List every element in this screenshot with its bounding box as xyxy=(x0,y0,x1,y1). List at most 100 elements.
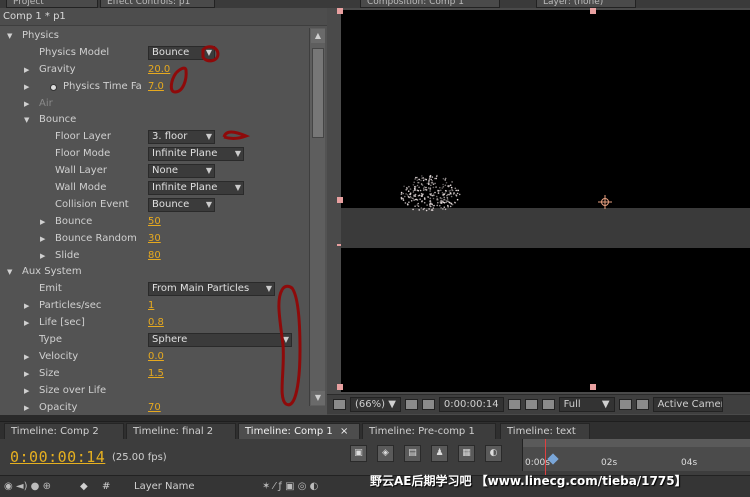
property-row[interactable]: ▶ Size over Life xyxy=(0,383,308,400)
property-row[interactable]: ▶ Particles/sec 1 xyxy=(0,298,308,315)
property-row[interactable]: ▶ Size 1.5 xyxy=(0,366,308,383)
property-dropdown[interactable]: Sphere ▼ xyxy=(148,333,292,348)
twirl-closed-icon[interactable]: ▶ xyxy=(40,252,45,260)
twirl-closed-icon[interactable]: ▶ xyxy=(24,404,29,412)
property-dropdown[interactable]: 3. floor ▼ xyxy=(148,130,215,145)
tab-timeline-comp-2[interactable]: Timeline: Comp 2 xyxy=(4,423,124,440)
property-row[interactable]: ▶ Gravity 20.0 xyxy=(0,62,308,79)
twirl-open-icon[interactable]: ▼ xyxy=(7,268,12,276)
av-features-icon[interactable]: ◉ ◄) ● ⊕ xyxy=(4,481,51,492)
tab-timeline-comp-1[interactable]: Timeline: Comp 1 × xyxy=(238,423,360,440)
twirl-closed-icon[interactable]: ▶ xyxy=(24,100,29,108)
show-snapshot-icon[interactable] xyxy=(524,399,538,410)
property-dropdown[interactable]: Infinite Plane ▼ xyxy=(148,181,244,196)
property-value[interactable]: 80 xyxy=(148,250,161,261)
property-row[interactable]: ▶ Bounce 50 xyxy=(0,214,308,231)
property-row[interactable]: Emit From Main Particles ▼ xyxy=(0,281,308,298)
tab-project[interactable]: Project xyxy=(6,0,98,8)
property-value[interactable]: 1.5 xyxy=(148,368,164,379)
tab-composition[interactable]: Composition: Comp 1 xyxy=(360,0,500,8)
tab-effect-controls[interactable]: Effect Controls: p1 xyxy=(100,0,215,8)
property-row[interactable]: Collision Event Bounce ▼ xyxy=(0,197,308,214)
tab-timeline-pre-comp-1[interactable]: Timeline: Pre-comp 1 xyxy=(362,423,496,440)
toggle-mask-icon[interactable] xyxy=(421,399,435,410)
property-row[interactable]: ▶ Slide 80 xyxy=(0,248,308,265)
property-value[interactable]: 70 xyxy=(148,402,161,413)
stopwatch-icon[interactable] xyxy=(50,83,57,91)
twirl-closed-icon[interactable]: ▶ xyxy=(24,83,29,91)
bounds-handle[interactable] xyxy=(337,384,343,390)
property-row[interactable]: ▶ Bounce Random 30 xyxy=(0,231,308,248)
property-dropdown[interactable]: Bounce ▼ xyxy=(148,45,215,60)
effect-controls-scrollbar[interactable]: ▲ ▼ xyxy=(309,28,325,406)
label-icon[interactable]: ◆ xyxy=(80,481,88,492)
bounds-handle[interactable] xyxy=(337,197,343,203)
property-row[interactable]: ▼ Bounce xyxy=(0,112,308,129)
twirl-open-icon[interactable]: ▼ xyxy=(24,116,29,124)
twirl-closed-icon[interactable]: ▶ xyxy=(24,370,29,378)
comp-mini-flowchart-icon[interactable]: ▣ xyxy=(350,445,367,462)
always-preview-icon[interactable] xyxy=(333,399,346,410)
property-row[interactable]: Floor Mode Infinite Plane ▼ xyxy=(0,146,308,163)
property-row[interactable]: ▶ Life [sec] 0.8 xyxy=(0,315,308,332)
tab-layer[interactable]: Layer: (none) xyxy=(536,0,636,8)
safe-zones-icon[interactable] xyxy=(404,399,418,410)
bounds-handle[interactable] xyxy=(590,8,596,14)
zoom-dropdown[interactable]: (66%) ▼ xyxy=(350,397,401,412)
color-channels-icon[interactable] xyxy=(541,399,555,410)
property-dropdown[interactable]: None ▼ xyxy=(148,164,215,179)
property-value[interactable]: 30 xyxy=(148,233,161,244)
hide-shy-layers-icon[interactable]: ♟ xyxy=(431,445,448,462)
resolution-dropdown[interactable]: Full ▼ xyxy=(558,397,615,412)
work-area-bar[interactable] xyxy=(523,439,750,447)
transparency-grid-icon[interactable] xyxy=(635,399,649,410)
property-row[interactable]: ▼ Physics xyxy=(0,28,308,45)
twirl-closed-icon[interactable]: ▶ xyxy=(24,353,29,361)
property-dropdown[interactable]: Infinite Plane ▼ xyxy=(148,147,244,162)
twirl-closed-icon[interactable]: ▶ xyxy=(40,218,45,226)
property-row[interactable]: ▼ Aux System xyxy=(0,264,308,281)
frame-blending-icon[interactable]: ▦ xyxy=(458,445,475,462)
property-value[interactable]: 7.0 xyxy=(148,81,164,92)
property-row[interactable]: Physics Model Bounce ▼ xyxy=(0,45,308,62)
layer-name-column[interactable]: Layer Name xyxy=(134,481,195,492)
property-value[interactable]: 0.0 xyxy=(148,351,164,362)
camera-dropdown[interactable]: Active Camera xyxy=(652,397,723,412)
property-row[interactable]: Type Sphere ▼ xyxy=(0,332,308,349)
composition-viewer[interactable] xyxy=(341,10,750,392)
draft-3d-icon[interactable]: ▤ xyxy=(404,445,421,462)
property-dropdown[interactable]: From Main Particles ▼ xyxy=(148,282,275,297)
property-row[interactable]: ▶ Air xyxy=(0,96,308,113)
property-value[interactable]: 20.0 xyxy=(148,64,170,75)
snapshot-icon[interactable] xyxy=(507,399,521,410)
twirl-closed-icon[interactable]: ▶ xyxy=(24,302,29,310)
property-dropdown[interactable]: Bounce ▼ xyxy=(148,197,215,212)
twirl-closed-icon[interactable]: ▶ xyxy=(40,235,45,243)
property-row[interactable]: ▶ Opacity 70 xyxy=(0,400,308,415)
property-row[interactable]: Wall Layer None ▼ xyxy=(0,163,308,180)
tab-timeline-text[interactable]: Timeline: text xyxy=(500,423,590,440)
scroll-up-arrow-icon[interactable]: ▲ xyxy=(311,29,325,43)
twirl-closed-icon[interactable]: ▶ xyxy=(24,387,29,395)
region-of-interest-icon[interactable] xyxy=(618,399,632,410)
property-row[interactable]: Wall Mode Infinite Plane ▼ xyxy=(0,180,308,197)
live-update-icon[interactable]: ◈ xyxy=(377,445,394,462)
bounds-handle[interactable] xyxy=(337,8,343,14)
switches-icon[interactable]: ✶ ⁄ ƒ ▣ ◎ ◐ xyxy=(262,481,318,492)
tab-timeline-final-2[interactable]: Timeline: final 2 xyxy=(126,423,236,440)
twirl-open-icon[interactable]: ▼ xyxy=(7,32,12,40)
bounds-handle[interactable] xyxy=(590,384,596,390)
anchor-crosshair-icon[interactable] xyxy=(598,195,612,209)
property-value[interactable]: 1 xyxy=(148,300,154,311)
twirl-closed-icon[interactable]: ▶ xyxy=(24,66,29,74)
scroll-down-arrow-icon[interactable]: ▼ xyxy=(311,391,325,405)
motion-blur-icon[interactable]: ◐ xyxy=(485,445,502,462)
property-row[interactable]: ▶ Velocity 0.0 xyxy=(0,349,308,366)
close-tab-icon[interactable]: × xyxy=(340,426,348,437)
property-row[interactable]: ▶ Physics Time Fa 7.0 xyxy=(0,79,308,96)
property-row[interactable]: Floor Layer 3. floor ▼ xyxy=(0,129,308,146)
property-value[interactable]: 0.8 xyxy=(148,317,164,328)
timeline-current-time[interactable]: 0:00:00:14 xyxy=(10,448,105,466)
viewer-timecode[interactable]: 0:00:00:14 xyxy=(438,397,504,412)
twirl-closed-icon[interactable]: ▶ xyxy=(24,319,29,327)
